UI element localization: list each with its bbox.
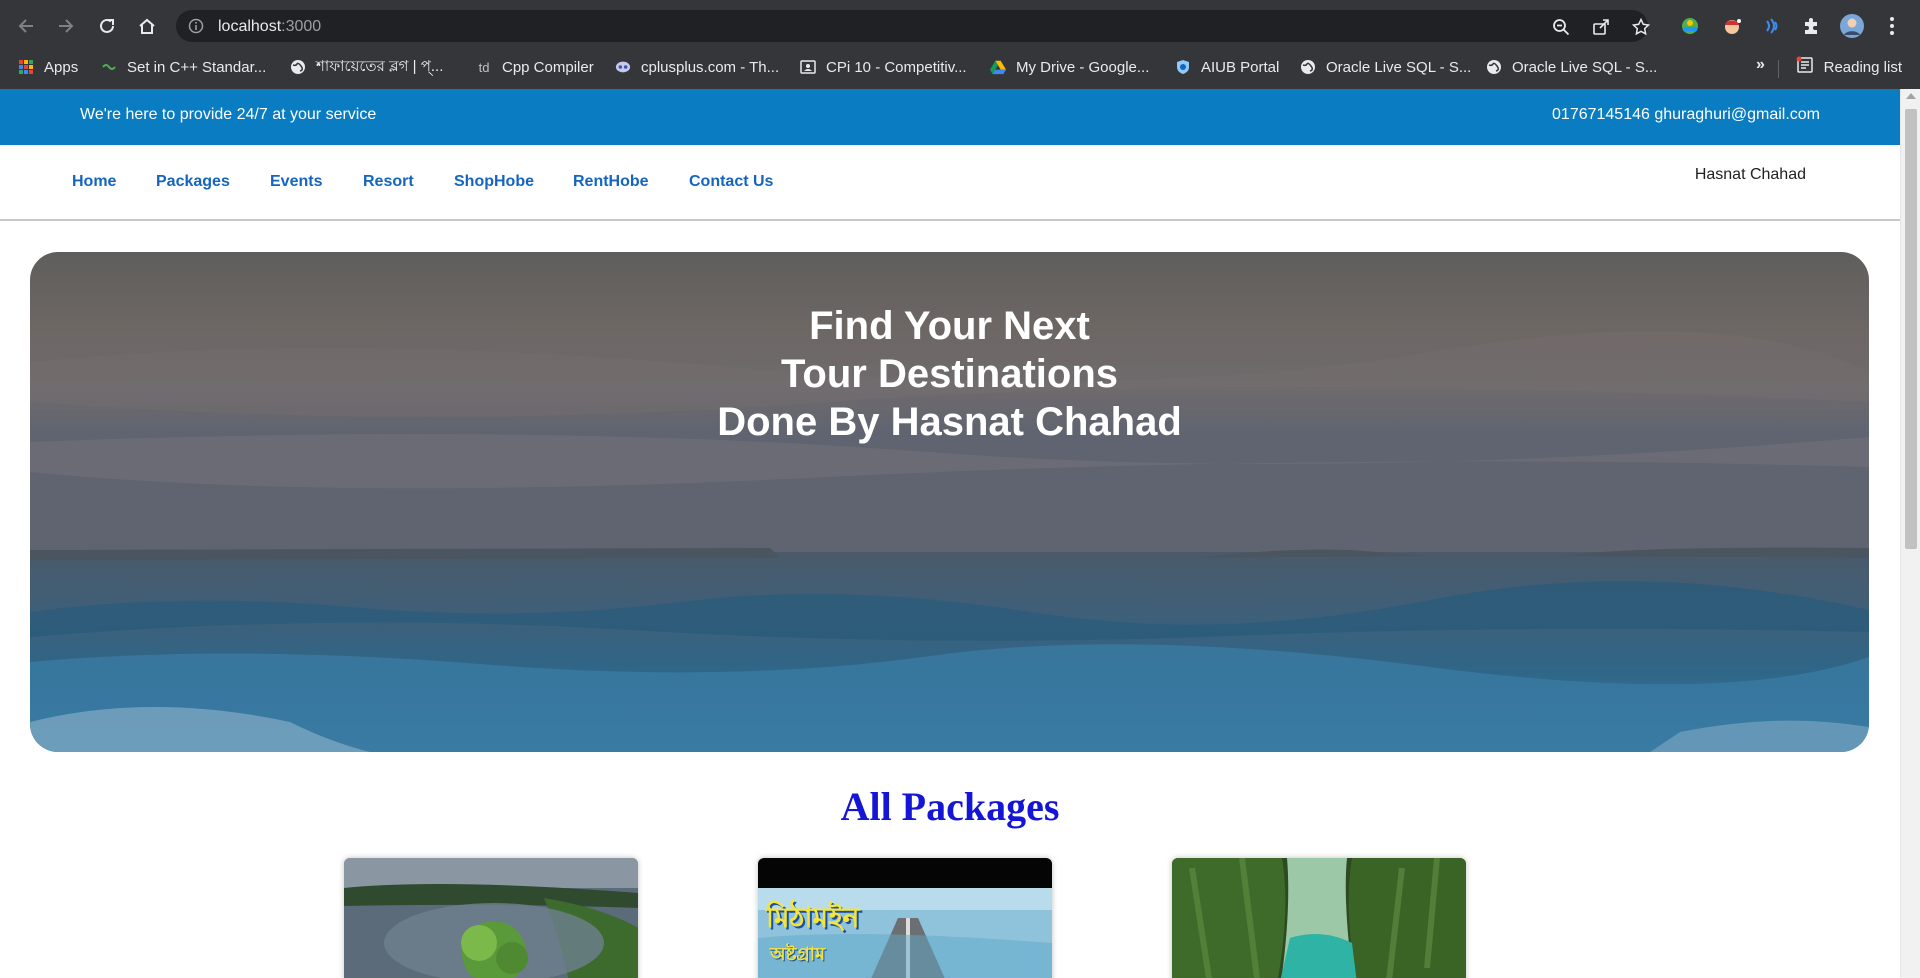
extension-google-translate[interactable] [1676,12,1704,40]
bookmark-label: My Drive - Google... [1016,58,1150,76]
all-packages-heading: All Packages [840,784,1060,829]
nav-home[interactable]: Home [72,173,116,191]
globe-icon [1486,59,1502,75]
hero-heading: Find Your Next Tour Destinations Done By… [30,302,1869,446]
bookmark-aiub-portal[interactable]: AIUB Portal [1175,56,1279,78]
bookmark-google-drive[interactable]: My Drive - Google... [990,56,1149,78]
page-scrollbar[interactable] [1900,89,1920,978]
forward-arrow-icon [59,19,74,33]
sound-waves-icon [1766,18,1778,34]
card-overlay-subtitle: অষ্টগ্রাম [770,944,826,965]
bookmark-oracle-live-sql-1[interactable]: Oracle Live SQL - S... [1300,56,1471,78]
share-icon[interactable] [1592,18,1610,36]
bookmark-cpi[interactable]: CPi 10 - Competitiv... [800,56,967,78]
package-card[interactable]: মিঠামইন অষ্টগ্রাম [758,858,1052,978]
bookmark-cpp-set[interactable]: Set in C++ Standar... [101,56,266,78]
bookmark-label: cplusplus.com - Th... [641,58,780,76]
nav-renthobe[interactable]: RentHobe [573,173,649,191]
apps-grid-icon [18,59,34,75]
cplusplus-icon [615,59,631,75]
back-button[interactable] [10,10,42,42]
home-icon [139,18,155,34]
scroll-up-arrow-icon[interactable] [1906,93,1916,99]
reload-button[interactable] [91,10,123,42]
nav-contact-us[interactable]: Contact Us [689,173,773,191]
browser-chrome: localhost:3000 Apps Set in C++ Standar..… [0,0,1920,89]
translate-extension-icon [1682,18,1698,34]
green-canyon-river-photo [1172,858,1466,978]
bookmark-label: Oracle Live SQL - S... [1512,58,1658,76]
bookmark-label: Set in C++ Standar... [127,58,267,76]
package-card[interactable] [1172,858,1466,978]
extensions-button[interactable] [1798,12,1826,40]
scrollbar-thumb[interactable] [1905,109,1917,549]
url-host: localhost [218,18,282,35]
bookmark-label: AIUB Portal [1201,58,1280,76]
kebab-menu-icon [1890,17,1894,35]
profile-button[interactable] [1838,12,1866,40]
google-drive-icon [990,59,1006,75]
url-text[interactable]: localhost:3000 [218,18,321,36]
profile-avatar-icon [1840,14,1864,38]
extension-avatar[interactable] [1718,12,1746,40]
url-port: :3000 [281,18,322,35]
home-button[interactable] [131,10,163,42]
bookmarks-bar: Apps Set in C++ Standar... শাফায়েতের ব্… [0,52,1920,82]
puzzle-icon [1805,18,1817,34]
browser-menu-button[interactable] [1878,12,1906,40]
reading-list-button[interactable]: Reading list [1796,56,1902,78]
bookmark-label: শাফায়েতের ব্লগ | প্... [316,57,444,75]
bookmark-star-icon[interactable] [1632,18,1650,36]
nav-events[interactable]: Events [270,173,322,191]
hero-line-1: Find Your Next [809,304,1090,348]
info-bar: We're here to provide 24/7 at your servi… [0,89,1900,145]
contact-info: 01767145146 ghuraghuri@gmail.com [1552,106,1820,123]
bookmarks-overflow-button[interactable]: » [1756,56,1765,74]
bookmarks-divider [1778,60,1779,78]
td-icon: td [478,59,490,75]
main-navbar: Home Packages Events Resort ShopHobe Ren… [0,145,1900,221]
hero-line-3: Done By Hasnat Chahad [717,400,1182,444]
bookmark-label: Apps [44,58,79,76]
back-arrow-icon [18,19,33,33]
globe-icon [1300,59,1316,75]
zoom-icon[interactable] [1552,18,1570,36]
page-viewport: We're here to provide 24/7 at your servi… [0,89,1920,978]
hero-banner: Find Your Next Tour Destinations Done By… [30,252,1869,752]
reading-list-icon [1796,56,1814,78]
bookmark-oracle-live-sql-2[interactable]: Oracle Live SQL - S... [1486,56,1657,78]
reload-icon [100,18,114,33]
forward-button[interactable] [50,10,82,42]
lake-island-aerial-photo [344,858,638,978]
bookmark-shafayet-blog[interactable]: শাফায়েতের ব্লগ | প্... [290,56,443,78]
bookmark-label: CPi 10 - Competitiv... [826,58,967,76]
browser-toolbar: localhost:3000 [0,6,1920,46]
reading-list-label: Reading list [1823,58,1902,76]
nav-shophobe[interactable]: ShopHobe [454,173,534,191]
nav-resort[interactable]: Resort [363,173,414,191]
card-overlay-title: মিঠামইন [766,901,860,934]
bookmark-label: Cpp Compiler [502,58,594,76]
extension-audio[interactable] [1758,12,1786,40]
address-bar[interactable]: localhost:3000 [176,10,1650,42]
site-info-icon[interactable] [188,18,204,34]
santa-extension-icon [1725,19,1741,34]
service-tagline: We're here to provide 24/7 at your servi… [80,106,377,123]
nav-packages[interactable]: Packages [156,173,230,191]
globe-icon [290,59,306,75]
cpp-icon [101,59,117,75]
hero-line-2: Tour Destinations [780,352,1119,396]
package-card[interactable] [344,858,638,978]
aiub-icon [1175,59,1191,75]
bookmark-cpp-compiler[interactable]: td Cpp Compiler [476,56,594,78]
bookmark-label: Oracle Live SQL - S... [1326,58,1472,76]
bookmark-apps[interactable]: Apps [18,56,78,78]
user-name[interactable]: Hasnat Chahad [1695,166,1806,184]
cpi-icon [800,59,816,75]
bookmark-cplusplus[interactable]: cplusplus.com - Th... [615,56,779,78]
